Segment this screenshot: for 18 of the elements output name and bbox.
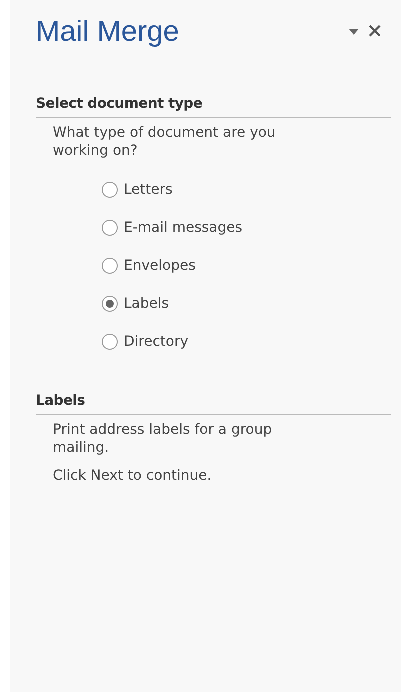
radio-button[interactable] [102,220,118,236]
radio-option[interactable]: Letters [102,177,391,203]
section-heading: Labels [36,391,391,415]
radio-option[interactable]: Labels [102,291,391,317]
description-text: Print address labels for a group mailing. [53,421,274,457]
radio-button[interactable] [102,334,118,350]
radio-button[interactable] [102,182,118,198]
radio-option[interactable]: Directory [102,329,391,355]
description-text: Click Next to continue. [53,467,213,485]
radio-button[interactable] [102,258,118,274]
close-icon[interactable] [369,25,381,37]
section-heading: Select document type [36,94,391,118]
radio-button[interactable] [102,296,118,312]
description-text: What type of document are you working on? [53,124,277,160]
dropdown-icon[interactable] [349,29,359,35]
radio-option[interactable]: Envelopes [102,253,391,279]
pane-title: Mail Merge [36,15,180,50]
radio-option[interactable]: E-mail messages [102,215,391,241]
